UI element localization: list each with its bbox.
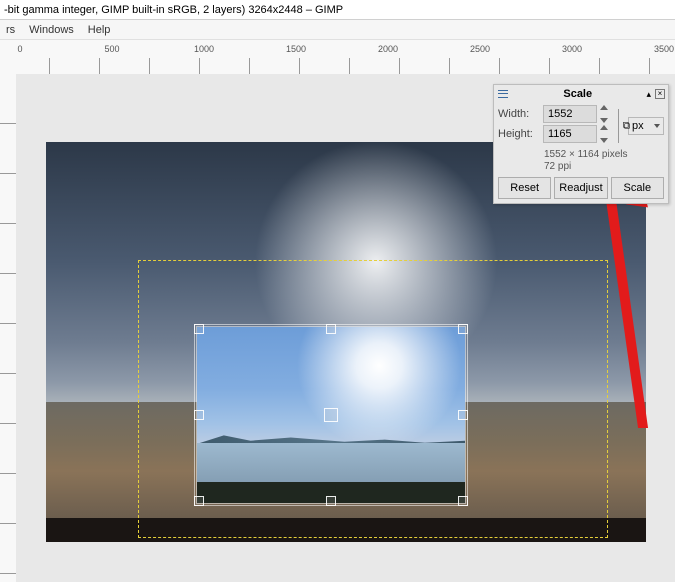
workspace[interactable]: Scale ▴ × Width: Height: <box>16 74 675 582</box>
image-background-fg <box>46 518 646 542</box>
window-title: -bit gamma integer, GIMP built-in sRGB, … <box>4 4 343 16</box>
floating-layer[interactable] <box>196 326 466 504</box>
height-input[interactable] <box>543 125 597 143</box>
menu-item-truncated[interactable]: rs <box>4 23 17 37</box>
dialog-minimize-icon[interactable]: ▴ <box>646 89 651 100</box>
ruler-tick: 2000 <box>378 44 398 54</box>
scale-dialog[interactable]: Scale ▴ × Width: Height: <box>493 84 669 204</box>
unit-dropdown[interactable]: px <box>628 117 664 135</box>
window-titlebar: -bit gamma integer, GIMP built-in sRGB, … <box>0 0 675 20</box>
chevron-down-icon <box>654 124 660 128</box>
dialog-menu-icon[interactable] <box>497 88 509 100</box>
dialog-info: 1552 × 1164 pixels 72 ppi <box>498 149 664 173</box>
width-spinner[interactable] <box>600 105 610 123</box>
dialog-info-ppi: 72 ppi <box>544 161 664 173</box>
dialog-body: Width: Height: ⧉ <box>494 103 668 203</box>
ruler-tick: 3500 <box>654 44 674 54</box>
dialog-close-icon[interactable]: × <box>655 89 665 99</box>
ruler-tick: 500 <box>104 44 119 54</box>
menu-item-help[interactable]: Help <box>86 23 113 37</box>
width-label: Width: <box>498 108 540 120</box>
ruler-tick: 2500 <box>470 44 490 54</box>
dialog-title: Scale <box>513 88 642 100</box>
unit-label: px <box>632 120 644 132</box>
dialog-info-size: 1552 × 1164 pixels <box>544 149 664 161</box>
ruler-tick: 0 <box>17 44 22 54</box>
chain-icon: ⧉ <box>623 121 630 132</box>
canvas-area: Scale ▴ × Width: Height: <box>0 74 675 582</box>
ruler-tick: 1000 <box>194 44 214 54</box>
height-spinner[interactable] <box>600 125 610 143</box>
ruler-tick: 3000 <box>562 44 582 54</box>
ruler-area: 0 500 1000 1500 2000 2500 3000 3500 <box>0 40 675 74</box>
reset-button[interactable]: Reset <box>498 177 551 199</box>
floating-fg <box>197 482 465 503</box>
ruler-tick: 1500 <box>286 44 306 54</box>
menubar: rs Windows Help <box>0 20 675 40</box>
readjust-button[interactable]: Readjust <box>554 177 607 199</box>
ruler-horizontal[interactable]: 0 500 1000 1500 2000 2500 3000 3500 <box>0 58 675 74</box>
link-dimensions[interactable]: ⧉ <box>614 105 624 147</box>
height-label: Height: <box>498 128 540 140</box>
menu-item-windows[interactable]: Windows <box>27 23 76 37</box>
width-input[interactable] <box>543 105 597 123</box>
floating-water <box>197 443 465 482</box>
ruler-vertical[interactable] <box>0 74 16 582</box>
dialog-titlebar[interactable]: Scale ▴ × <box>494 85 668 103</box>
scale-button[interactable]: Scale <box>611 177 664 199</box>
